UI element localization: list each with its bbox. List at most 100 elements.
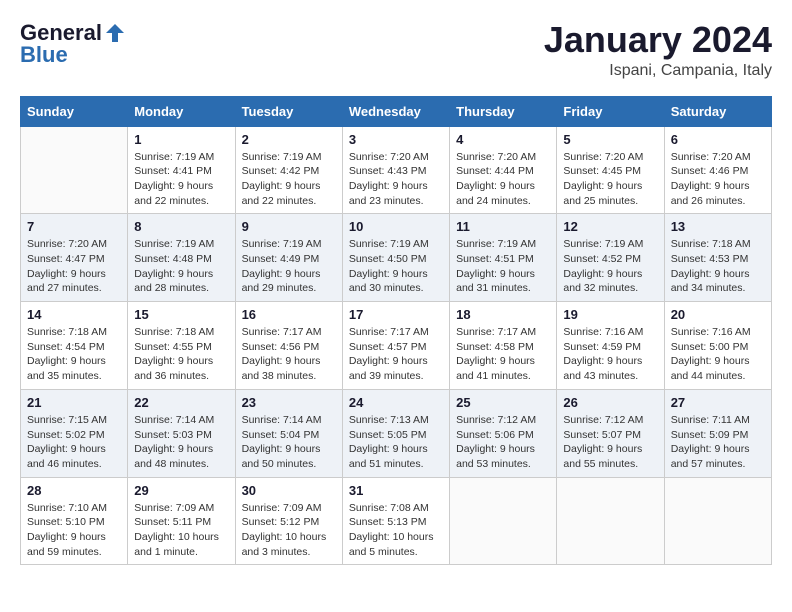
logo-blue: Blue	[20, 42, 68, 68]
day-info: Sunrise: 7:13 AMSunset: 5:05 PMDaylight:…	[349, 413, 443, 472]
day-number: 20	[671, 307, 765, 322]
day-info: Sunrise: 7:09 AMSunset: 5:12 PMDaylight:…	[242, 501, 336, 560]
calendar-cell: 30 Sunrise: 7:09 AMSunset: 5:12 PMDaylig…	[235, 477, 342, 565]
calendar-cell: 29 Sunrise: 7:09 AMSunset: 5:11 PMDaylig…	[128, 477, 235, 565]
weekday-header-wednesday: Wednesday	[342, 96, 449, 126]
day-number: 9	[242, 219, 336, 234]
weekday-header-friday: Friday	[557, 96, 664, 126]
day-info: Sunrise: 7:12 AMSunset: 5:07 PMDaylight:…	[563, 413, 657, 472]
calendar-cell: 6 Sunrise: 7:20 AMSunset: 4:46 PMDayligh…	[664, 126, 771, 214]
weekday-header-monday: Monday	[128, 96, 235, 126]
calendar-cell	[450, 477, 557, 565]
calendar-cell: 2 Sunrise: 7:19 AMSunset: 4:42 PMDayligh…	[235, 126, 342, 214]
calendar-week-4: 21 Sunrise: 7:15 AMSunset: 5:02 PMDaylig…	[21, 389, 772, 477]
day-number: 1	[134, 132, 228, 147]
day-info: Sunrise: 7:20 AMSunset: 4:44 PMDaylight:…	[456, 150, 550, 209]
calendar-cell: 26 Sunrise: 7:12 AMSunset: 5:07 PMDaylig…	[557, 389, 664, 477]
day-number: 21	[27, 395, 121, 410]
weekday-header-saturday: Saturday	[664, 96, 771, 126]
calendar-cell: 20 Sunrise: 7:16 AMSunset: 5:00 PMDaylig…	[664, 302, 771, 390]
day-info: Sunrise: 7:20 AMSunset: 4:47 PMDaylight:…	[27, 237, 121, 296]
weekday-header-tuesday: Tuesday	[235, 96, 342, 126]
day-info: Sunrise: 7:18 AMSunset: 4:53 PMDaylight:…	[671, 237, 765, 296]
day-number: 10	[349, 219, 443, 234]
weekday-header-thursday: Thursday	[450, 96, 557, 126]
day-info: Sunrise: 7:18 AMSunset: 4:55 PMDaylight:…	[134, 325, 228, 384]
calendar-cell: 12 Sunrise: 7:19 AMSunset: 4:52 PMDaylig…	[557, 214, 664, 302]
day-number: 8	[134, 219, 228, 234]
day-info: Sunrise: 7:19 AMSunset: 4:42 PMDaylight:…	[242, 150, 336, 209]
day-info: Sunrise: 7:19 AMSunset: 4:50 PMDaylight:…	[349, 237, 443, 296]
day-number: 27	[671, 395, 765, 410]
calendar-cell: 27 Sunrise: 7:11 AMSunset: 5:09 PMDaylig…	[664, 389, 771, 477]
calendar-cell: 23 Sunrise: 7:14 AMSunset: 5:04 PMDaylig…	[235, 389, 342, 477]
calendar-cell: 17 Sunrise: 7:17 AMSunset: 4:57 PMDaylig…	[342, 302, 449, 390]
calendar-cell: 7 Sunrise: 7:20 AMSunset: 4:47 PMDayligh…	[21, 214, 128, 302]
calendar-cell: 9 Sunrise: 7:19 AMSunset: 4:49 PMDayligh…	[235, 214, 342, 302]
calendar-table: SundayMondayTuesdayWednesdayThursdayFrid…	[20, 96, 772, 566]
day-info: Sunrise: 7:19 AMSunset: 4:52 PMDaylight:…	[563, 237, 657, 296]
calendar-week-2: 7 Sunrise: 7:20 AMSunset: 4:47 PMDayligh…	[21, 214, 772, 302]
day-info: Sunrise: 7:19 AMSunset: 4:41 PMDaylight:…	[134, 150, 228, 209]
calendar-cell: 10 Sunrise: 7:19 AMSunset: 4:50 PMDaylig…	[342, 214, 449, 302]
day-info: Sunrise: 7:20 AMSunset: 4:45 PMDaylight:…	[563, 150, 657, 209]
calendar-week-5: 28 Sunrise: 7:10 AMSunset: 5:10 PMDaylig…	[21, 477, 772, 565]
day-number: 19	[563, 307, 657, 322]
day-info: Sunrise: 7:20 AMSunset: 4:46 PMDaylight:…	[671, 150, 765, 209]
day-number: 23	[242, 395, 336, 410]
day-info: Sunrise: 7:12 AMSunset: 5:06 PMDaylight:…	[456, 413, 550, 472]
day-number: 15	[134, 307, 228, 322]
calendar-cell: 21 Sunrise: 7:15 AMSunset: 5:02 PMDaylig…	[21, 389, 128, 477]
day-number: 5	[563, 132, 657, 147]
day-info: Sunrise: 7:14 AMSunset: 5:03 PMDaylight:…	[134, 413, 228, 472]
day-number: 25	[456, 395, 550, 410]
day-number: 29	[134, 483, 228, 498]
day-info: Sunrise: 7:19 AMSunset: 4:48 PMDaylight:…	[134, 237, 228, 296]
calendar-cell	[664, 477, 771, 565]
calendar-cell: 16 Sunrise: 7:17 AMSunset: 4:56 PMDaylig…	[235, 302, 342, 390]
logo: General Blue	[20, 20, 126, 68]
day-info: Sunrise: 7:10 AMSunset: 5:10 PMDaylight:…	[27, 501, 121, 560]
day-info: Sunrise: 7:16 AMSunset: 4:59 PMDaylight:…	[563, 325, 657, 384]
calendar-cell: 19 Sunrise: 7:16 AMSunset: 4:59 PMDaylig…	[557, 302, 664, 390]
day-info: Sunrise: 7:16 AMSunset: 5:00 PMDaylight:…	[671, 325, 765, 384]
day-number: 3	[349, 132, 443, 147]
day-info: Sunrise: 7:19 AMSunset: 4:49 PMDaylight:…	[242, 237, 336, 296]
day-number: 24	[349, 395, 443, 410]
day-number: 11	[456, 219, 550, 234]
day-number: 17	[349, 307, 443, 322]
day-number: 12	[563, 219, 657, 234]
day-info: Sunrise: 7:09 AMSunset: 5:11 PMDaylight:…	[134, 501, 228, 560]
calendar-cell: 11 Sunrise: 7:19 AMSunset: 4:51 PMDaylig…	[450, 214, 557, 302]
day-info: Sunrise: 7:11 AMSunset: 5:09 PMDaylight:…	[671, 413, 765, 472]
day-info: Sunrise: 7:17 AMSunset: 4:58 PMDaylight:…	[456, 325, 550, 384]
day-number: 7	[27, 219, 121, 234]
day-info: Sunrise: 7:17 AMSunset: 4:56 PMDaylight:…	[242, 325, 336, 384]
day-number: 2	[242, 132, 336, 147]
calendar-cell: 31 Sunrise: 7:08 AMSunset: 5:13 PMDaylig…	[342, 477, 449, 565]
day-info: Sunrise: 7:08 AMSunset: 5:13 PMDaylight:…	[349, 501, 443, 560]
day-number: 16	[242, 307, 336, 322]
day-number: 31	[349, 483, 443, 498]
calendar-cell: 5 Sunrise: 7:20 AMSunset: 4:45 PMDayligh…	[557, 126, 664, 214]
calendar-cell	[557, 477, 664, 565]
day-number: 13	[671, 219, 765, 234]
day-info: Sunrise: 7:19 AMSunset: 4:51 PMDaylight:…	[456, 237, 550, 296]
day-number: 30	[242, 483, 336, 498]
day-info: Sunrise: 7:15 AMSunset: 5:02 PMDaylight:…	[27, 413, 121, 472]
calendar-cell: 28 Sunrise: 7:10 AMSunset: 5:10 PMDaylig…	[21, 477, 128, 565]
day-number: 26	[563, 395, 657, 410]
day-number: 6	[671, 132, 765, 147]
calendar-week-3: 14 Sunrise: 7:18 AMSunset: 4:54 PMDaylig…	[21, 302, 772, 390]
weekday-header-sunday: Sunday	[21, 96, 128, 126]
month-title: January 2024	[544, 20, 772, 60]
calendar-cell: 24 Sunrise: 7:13 AMSunset: 5:05 PMDaylig…	[342, 389, 449, 477]
day-number: 22	[134, 395, 228, 410]
day-info: Sunrise: 7:14 AMSunset: 5:04 PMDaylight:…	[242, 413, 336, 472]
day-info: Sunrise: 7:17 AMSunset: 4:57 PMDaylight:…	[349, 325, 443, 384]
page-header: General Blue January 2024 Ispani, Campan…	[20, 20, 772, 80]
day-info: Sunrise: 7:20 AMSunset: 4:43 PMDaylight:…	[349, 150, 443, 209]
calendar-cell: 3 Sunrise: 7:20 AMSunset: 4:43 PMDayligh…	[342, 126, 449, 214]
day-number: 28	[27, 483, 121, 498]
logo-bird-icon	[104, 22, 126, 44]
